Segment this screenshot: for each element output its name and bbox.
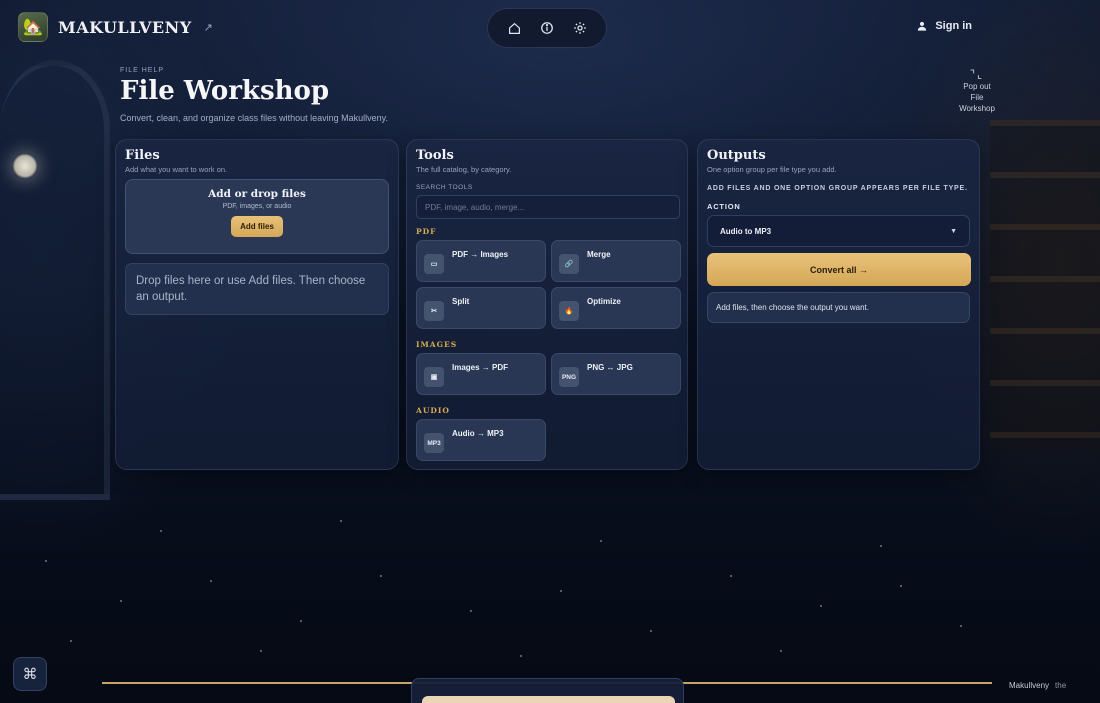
category-label-pdf: PDF	[416, 227, 437, 236]
brand[interactable]: 🏡 MAKULLVENY ↗	[18, 12, 213, 42]
user-icon	[918, 21, 927, 31]
tool-png-jpg[interactable]: PNG PNG ↔ JPG	[551, 353, 681, 395]
tool-label: Merge	[587, 250, 611, 259]
star	[160, 530, 162, 532]
tools-panel: Tools The full catalog, by category. SEA…	[406, 139, 688, 470]
star	[70, 640, 72, 642]
top-nav	[487, 8, 607, 48]
star	[260, 650, 262, 652]
outputs-note: ADD FILES AND ONE OPTION GROUP APPEARS P…	[707, 185, 968, 192]
tool-label: Audio → MP3	[452, 429, 504, 438]
dropzone-title: Add or drop files	[208, 188, 306, 200]
chevron-down-icon: ▼	[950, 227, 957, 235]
star	[470, 610, 472, 612]
footer-brand-name: Makullveny	[1009, 681, 1050, 690]
tool-merge[interactable]: 🔗 Merge	[551, 240, 681, 282]
star	[340, 520, 342, 522]
page-eyebrow: FILE HELP	[120, 67, 165, 74]
background-window-arch	[0, 60, 110, 500]
files-hint: Drop files here or use Add files. Then c…	[125, 263, 389, 315]
tool-label: PDF → Images	[452, 250, 509, 259]
search-tools-input[interactable]	[416, 195, 680, 219]
footer-brand-mark: the	[1055, 681, 1067, 690]
category-label-audio: AUDIO	[416, 406, 450, 415]
tool-images-to-pdf[interactable]: ▣ Images → PDF	[416, 353, 546, 395]
flame-icon: 🔥	[559, 301, 579, 321]
tool-label: PNG ↔ JPG	[587, 363, 633, 372]
star	[960, 625, 962, 627]
page-subtitle: Convert, clean, and organize class files…	[120, 113, 388, 123]
external-link-icon[interactable]: ↗	[204, 21, 213, 34]
files-subtitle: Add what you want to work on.	[125, 165, 228, 174]
star	[300, 620, 302, 622]
star	[210, 580, 212, 582]
tool-split[interactable]: ✂ Split	[416, 287, 546, 329]
tool-pdf-to-images[interactable]: ▭ PDF → Images	[416, 240, 546, 282]
tool-optimize[interactable]: 🔥 Optimize	[551, 287, 681, 329]
star	[380, 575, 382, 577]
tools-title: Tools	[416, 148, 454, 163]
footer-brand: Makullveny the	[1009, 681, 1066, 690]
star	[820, 605, 822, 607]
image-icon: ▭	[424, 254, 444, 274]
pop-out-label-3: Workshop	[959, 104, 995, 113]
star	[120, 600, 122, 602]
star	[900, 585, 902, 587]
convert-all-button[interactable]: Convert all →	[707, 253, 971, 286]
background-bookshelf	[990, 120, 1100, 450]
files-title: Files	[125, 148, 160, 163]
command-icon[interactable]: ⌘	[13, 657, 47, 691]
gear-icon[interactable]	[568, 16, 592, 40]
search-label: SEARCH TOOLS	[416, 184, 473, 191]
background-moon	[12, 153, 38, 179]
tool-label: Images → PDF	[452, 363, 509, 372]
mp3-icon: MP3	[424, 433, 444, 453]
action-select[interactable]: Audio to MP3 ▼	[707, 215, 970, 247]
page-title: File Workshop	[120, 76, 330, 106]
tools-subtitle: The full catalog, by category.	[416, 165, 512, 174]
scissors-icon: ✂	[424, 301, 444, 321]
house-landscape-icon: 🏡	[18, 12, 48, 42]
tool-label: Optimize	[587, 297, 621, 306]
tool-audio-to-mp3[interactable]: MP3 Audio → MP3	[416, 419, 546, 461]
tool-label: Split	[452, 297, 470, 306]
star	[880, 545, 882, 547]
dropzone-subtitle: PDF, images, or audio	[222, 203, 292, 210]
document-icon: ▣	[424, 367, 444, 387]
star	[560, 590, 562, 592]
star	[650, 630, 652, 632]
outputs-title: Outputs	[707, 148, 766, 163]
home-icon[interactable]	[502, 16, 526, 40]
sign-in-button[interactable]: Sign in	[917, 20, 972, 32]
dock-button[interactable]	[422, 696, 675, 703]
star	[520, 655, 522, 657]
star	[780, 650, 782, 652]
category-label-images: IMAGES	[416, 340, 458, 349]
sign-in-label: Sign in	[935, 20, 972, 32]
app-name: MAKULLVENY	[58, 17, 192, 37]
star	[600, 540, 602, 542]
star	[45, 560, 47, 562]
link-icon: 🔗	[559, 254, 579, 274]
action-label: ACTION	[707, 202, 741, 211]
bottom-dock	[411, 678, 684, 703]
add-files-button[interactable]: Add files	[231, 216, 283, 237]
pop-out-icon: ⌝⌞	[969, 69, 985, 81]
pop-out-button[interactable]: ⌝⌞ Pop out File Workshop	[957, 70, 997, 114]
action-select-value: Audio to MP3	[720, 226, 772, 236]
file-dropzone[interactable]: Add or drop files PDF, images, or audio …	[125, 179, 389, 254]
star	[730, 575, 732, 577]
pop-out-label-2: File	[970, 93, 984, 102]
outputs-panel: Outputs One option group per file type y…	[697, 139, 980, 470]
pop-out-label-1: Pop out	[963, 82, 991, 91]
png-icon: PNG	[559, 367, 579, 387]
info-icon[interactable]	[535, 16, 559, 40]
files-panel: Files Add what you want to work on. Add …	[115, 139, 399, 470]
output-status: Add files, then choose the output you wa…	[707, 292, 970, 323]
outputs-subtitle: One option group per file type you add.	[707, 165, 837, 174]
